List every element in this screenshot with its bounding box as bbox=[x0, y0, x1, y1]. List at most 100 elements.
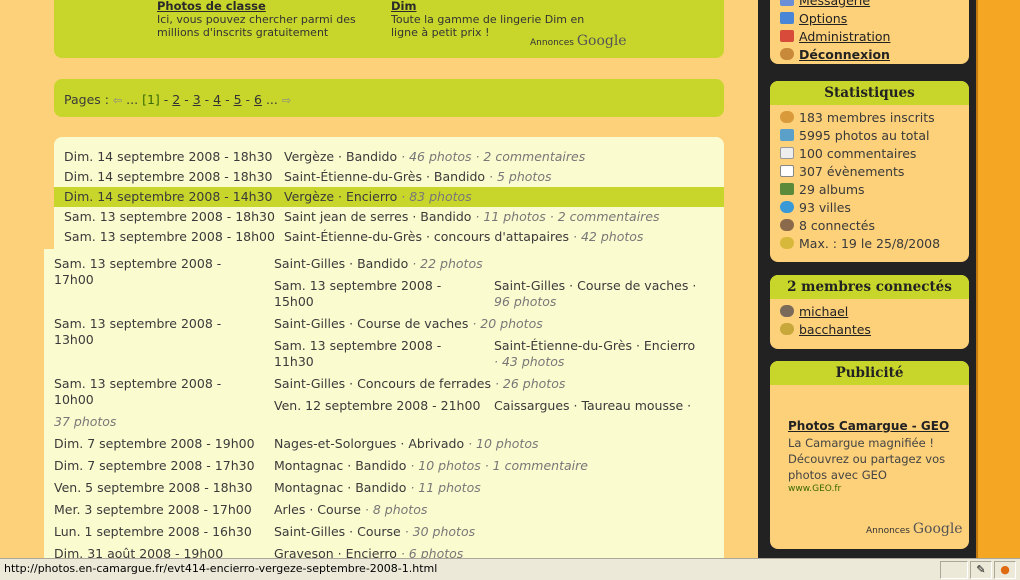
event-date[interactable]: Dim. 31 août 2008 - 19h00 bbox=[54, 546, 223, 558]
menu-label[interactable]: Déconnexion bbox=[799, 47, 890, 62]
page-sep: - bbox=[184, 92, 189, 107]
firefox-icon[interactable]: ● bbox=[994, 561, 1016, 579]
list-item[interactable]: Sam. 13 septembre 2008 - 11h30 bbox=[274, 338, 441, 370]
event-date: Sam. 13 septembre 2008 - bbox=[274, 338, 442, 353]
event-place: Saint-Gilles · Course bbox=[274, 524, 401, 539]
list-item[interactable]: Sam. 13 septembre 2008 - 15h00 bbox=[274, 278, 441, 310]
event-desc[interactable]: Montagnac · Bandido · 10 photos · 1 comm… bbox=[274, 458, 588, 474]
event-date[interactable]: Mer. 3 septembre 2008 - 17h00 bbox=[54, 502, 252, 518]
event-desc: Saint jean de serres · Bandido · 11 phot… bbox=[284, 207, 660, 227]
menu-label[interactable]: Options bbox=[799, 11, 847, 26]
page-link-5[interactable]: 5 bbox=[234, 92, 242, 107]
list-item-selected[interactable]: Dim. 14 septembre 2008 - 14h30 Vergèze ·… bbox=[54, 187, 724, 207]
event-desc[interactable]: Graveson · Encierro · 6 photos bbox=[274, 546, 463, 558]
ad-side-url[interactable]: www.GEO.fr bbox=[788, 484, 841, 494]
list-item[interactable]: Sam. 13 septembre 2008 - 18h00 Saint-Éti… bbox=[54, 227, 724, 247]
prev-arrow-icon[interactable]: ⇦ bbox=[113, 94, 122, 107]
tools-icon[interactable]: ✎ bbox=[970, 561, 992, 579]
menu-label[interactable]: Administration bbox=[799, 29, 890, 44]
page-link-6[interactable]: 6 bbox=[254, 92, 262, 107]
member-item[interactable]: bacchantes bbox=[780, 321, 959, 339]
ad-right-text-1: Toute la gamme de lingerie Dim en bbox=[391, 13, 585, 26]
top-ad-block: Photos de classe Ici, vous pouvez cherch… bbox=[54, 0, 724, 58]
event-date: Sam. 13 septembre 2008 - 18h30 bbox=[64, 209, 275, 224]
event-time: 15h00 bbox=[274, 294, 314, 309]
list-item[interactable]: Sam. 13 septembre 2008 - 10h00 bbox=[54, 376, 221, 408]
event-desc: Vergèze · Encierro · 83 photos bbox=[284, 187, 472, 207]
event-meta: · 11 photos bbox=[406, 480, 481, 495]
event-place: Saint-Étienne-du-Grès · Encierro bbox=[494, 338, 696, 353]
event-desc[interactable]: Saint-Étienne-du-Grès · Encierro · 43 ph… bbox=[494, 338, 695, 370]
next-arrow-icon[interactable]: ⇨ bbox=[282, 94, 291, 107]
stat-comments: 100 commentaires bbox=[780, 145, 959, 163]
page-sep: - bbox=[245, 92, 251, 107]
annonces-text: Annonces bbox=[530, 38, 574, 48]
list-item[interactable]: Dim. 14 septembre 2008 - 18h30 Saint-Éti… bbox=[54, 167, 724, 187]
stats-panel: Statistiques 183 membres inscrits 5995 p… bbox=[770, 81, 969, 262]
list-item[interactable]: Dim. 14 septembre 2008 - 18h30 Vergèze ·… bbox=[54, 147, 724, 167]
annonces-text: Annonces bbox=[866, 526, 910, 536]
event-date[interactable]: Ven. 12 septembre 2008 - 21h00 bbox=[274, 398, 480, 414]
event-desc[interactable]: Montagnac · Bandido · 11 photos bbox=[274, 480, 481, 496]
event-meta: · 8 photos bbox=[360, 502, 428, 517]
event-list: Dim. 14 septembre 2008 - 18h30 Vergèze ·… bbox=[54, 137, 724, 249]
window-scrollbar-area[interactable] bbox=[976, 0, 1020, 558]
page-link-2[interactable]: 2 bbox=[172, 92, 180, 107]
menu-item-administration[interactable]: Administration bbox=[780, 28, 959, 46]
user-icon bbox=[780, 305, 794, 317]
list-item[interactable]: Sam. 13 septembre 2008 - 18h30 Saint jea… bbox=[54, 207, 724, 227]
event-date[interactable]: Dim. 7 septembre 2008 - 17h30 bbox=[54, 458, 255, 474]
event-place: Nages-et-Solorgues · Abrivado bbox=[274, 436, 465, 451]
ad-right-title[interactable]: Dim bbox=[391, 0, 584, 13]
page-link-3[interactable]: 3 bbox=[193, 92, 201, 107]
event-desc[interactable]: Saint-Gilles · Course de vaches · 20 pho… bbox=[274, 316, 543, 332]
list-item[interactable]: Sam. 13 septembre 2008 - 13h00 bbox=[54, 316, 221, 348]
menu-item-options[interactable]: Options bbox=[780, 10, 959, 28]
event-date: Sam. 13 septembre 2008 - bbox=[54, 376, 222, 391]
menu-item-messagerie[interactable]: Messagerie bbox=[780, 0, 959, 10]
browser-status-bar: http://photos.en-camargue.fr/evt414-enci… bbox=[0, 558, 1020, 580]
event-place[interactable]: Caissargues · Taureau mousse · bbox=[494, 398, 691, 414]
users-max-icon bbox=[780, 237, 794, 249]
event-desc[interactable]: Arles · Course · 8 photos bbox=[274, 502, 427, 518]
event-place: Saint jean de serres · Bandido bbox=[284, 209, 472, 224]
event-date: Sam. 13 septembre 2008 - bbox=[54, 256, 222, 271]
member-link[interactable]: bacchantes bbox=[799, 322, 871, 337]
event-desc: Saint-Étienne-du-Grès · concours d'attap… bbox=[284, 227, 643, 247]
page-link-4[interactable]: 4 bbox=[213, 92, 221, 107]
event-desc[interactable]: Saint-Gilles · Bandido · 22 photos bbox=[274, 256, 483, 272]
event-date[interactable]: Dim. 7 septembre 2008 - 19h00 bbox=[54, 436, 255, 452]
stat-text: 183 membres inscrits bbox=[799, 110, 935, 125]
menu-label[interactable]: Messagerie bbox=[799, 0, 870, 8]
ad-side-title[interactable]: Photos Camargue - GEO bbox=[788, 419, 949, 433]
menu-item-deconnexion[interactable]: Déconnexion bbox=[780, 46, 959, 64]
member-item[interactable]: michael bbox=[780, 303, 959, 321]
event-meta: 37 photos bbox=[54, 414, 117, 429]
annonces-google-label[interactable]: Annonces Google bbox=[530, 33, 627, 49]
event-time: 17h00 bbox=[54, 272, 94, 287]
stat-text: 29 albums bbox=[799, 182, 865, 197]
connected-title: 2 membres connectés bbox=[770, 275, 969, 299]
list-item[interactable]: Sam. 13 septembre 2008 - 17h00 bbox=[54, 256, 221, 288]
annonces-google-label[interactable]: Annonces Google bbox=[866, 521, 963, 537]
photo-icon bbox=[780, 129, 794, 141]
ad-side-line: Découvrez ou partagez vos bbox=[788, 452, 946, 466]
ad-left-title[interactable]: Photos de classe bbox=[157, 0, 356, 13]
event-desc[interactable]: Saint-Gilles · Course de vaches · 96 pho… bbox=[494, 278, 696, 310]
event-date[interactable]: Lun. 1 septembre 2008 - 16h30 bbox=[54, 524, 252, 540]
ad-side-line: La Camargue magnifiée ! bbox=[788, 436, 934, 450]
event-meta: · 6 photos bbox=[396, 546, 464, 558]
event-desc[interactable]: Nages-et-Solorgues · Abrivado · 10 photo… bbox=[274, 436, 538, 452]
event-date: Dim. 14 septembre 2008 - 18h30 bbox=[64, 149, 273, 164]
event-desc[interactable]: Saint-Gilles · Concours de ferrades · 26… bbox=[274, 376, 565, 392]
event-meta: · 43 photos bbox=[494, 354, 565, 369]
event-time: 13h00 bbox=[54, 332, 94, 347]
stat-cities: 93 villes bbox=[780, 199, 959, 217]
event-date: Dim. 14 septembre 2008 - 18h30 bbox=[64, 169, 273, 184]
event-meta: · 20 photos bbox=[468, 316, 543, 331]
stat-connected: 8 connectés bbox=[780, 217, 959, 235]
event-desc[interactable]: Saint-Gilles · Course · 30 photos bbox=[274, 524, 475, 540]
member-link[interactable]: michael bbox=[799, 304, 848, 319]
event-date[interactable]: Ven. 5 septembre 2008 - 18h30 bbox=[54, 480, 252, 496]
stat-members: 183 membres inscrits bbox=[780, 109, 959, 127]
